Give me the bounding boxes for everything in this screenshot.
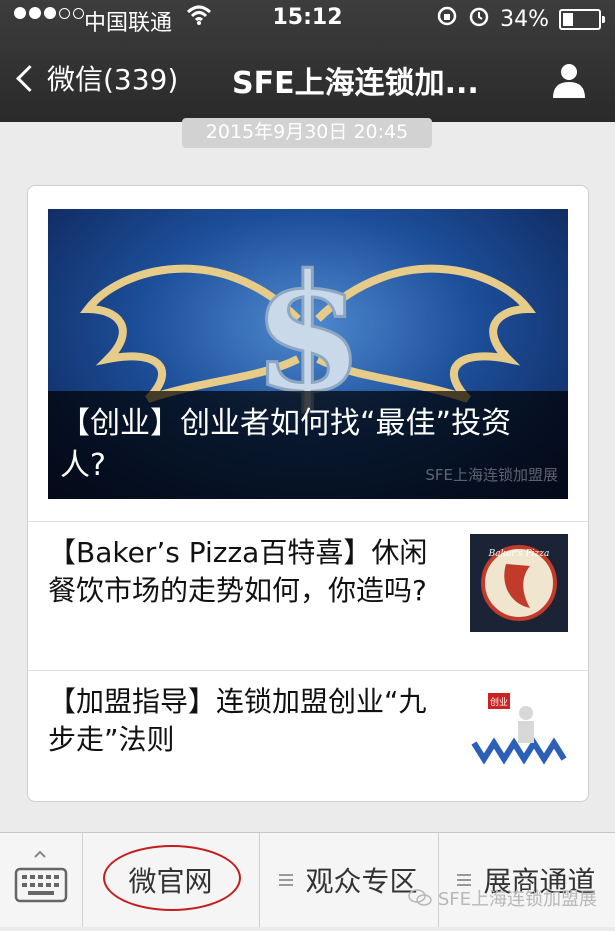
thumb-label: 创业	[490, 696, 508, 708]
message-timestamp: 2015年9月30日 20:45	[182, 118, 432, 148]
article-item[interactable]: 【加盟指导】连锁加盟创业“九步走”法则 创业	[28, 670, 588, 821]
article-card: $ 【创业】创业者如何找“最佳”投资人? SFE上海连锁加盟展 【Baker’s…	[27, 185, 589, 802]
nav-bar: 微信(339) SFE上海连锁加...	[0, 44, 615, 114]
alarm-icon	[468, 5, 490, 33]
hero-watermark: SFE上海连锁加盟展	[425, 466, 558, 484]
back-button[interactable]: 微信(339)	[14, 58, 178, 98]
back-label: 微信(339)	[47, 63, 179, 96]
menu-label: 观众专区	[305, 865, 418, 898]
wechat-icon	[408, 889, 432, 906]
menu-exhibitor-button[interactable]: 展商通道	[438, 833, 615, 927]
article-title: 【Baker’s Pizza百特喜】休闲餐饮市场的走势如何，你造吗?	[48, 536, 428, 607]
battery-percent: 34%	[500, 6, 549, 32]
battery-icon	[559, 8, 605, 30]
keyboard-icon	[14, 850, 68, 903]
menu-visitor-button[interactable]: 观众专区	[259, 833, 439, 927]
bottom-menu: 微官网 观众专区 展商通道	[0, 832, 615, 927]
article-item[interactable]: 【Baker’s Pizza百特喜】休闲餐饮市场的走势如何，你造吗? Baker…	[28, 521, 588, 672]
rotation-lock-icon	[436, 5, 458, 33]
annotation-circle	[103, 845, 241, 911]
top-bar: 中国联通 15:12 34% 微信(339) SFE上海连锁加...	[0, 0, 615, 122]
watermark-text: SFE上海连锁加盟展	[437, 889, 597, 910]
thumb-label: Baker's Pizza	[488, 549, 550, 559]
keyboard-toggle-button[interactable]	[0, 833, 83, 927]
chevron-left-icon	[16, 64, 43, 92]
bakers-pizza-thumbnail: Baker's Pizza	[470, 534, 568, 632]
watermark: SFE上海连锁加盟展	[408, 885, 597, 911]
profile-icon[interactable]	[549, 60, 589, 100]
article-title: 【加盟指导】连锁加盟创业“九步走”法则	[48, 685, 427, 756]
main-article[interactable]: $ 【创业】创业者如何找“最佳”投资人? SFE上海连锁加盟展	[48, 209, 568, 499]
submenu-icon	[279, 874, 294, 886]
chat-title: SFE上海连锁加...	[232, 66, 479, 101]
guide-thumbnail: 创业	[470, 683, 568, 781]
status-bar: 中国联通 15:12 34%	[0, 0, 615, 36]
